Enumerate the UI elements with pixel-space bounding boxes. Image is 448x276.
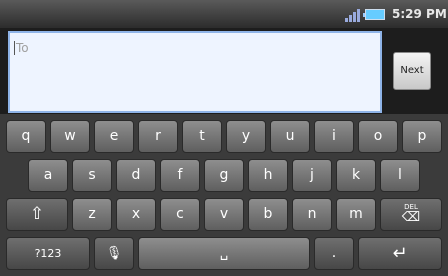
enter-key[interactable]: ↵ <box>358 237 442 270</box>
key-w[interactable]: w <box>50 120 90 153</box>
shift-key[interactable]: ⇧ <box>6 198 68 231</box>
key-f[interactable]: f <box>160 159 200 192</box>
key-x[interactable]: x <box>116 198 156 231</box>
key-s[interactable]: s <box>72 159 112 192</box>
signal-strength-icon <box>345 8 361 22</box>
key-i[interactable]: i <box>314 120 354 153</box>
key-v[interactable]: v <box>204 198 244 231</box>
compose-area: To Next <box>0 28 448 114</box>
space-bar[interactable]: ␣ <box>138 237 310 270</box>
status-bar: 5:29 PM <box>0 0 448 28</box>
key-o[interactable]: o <box>358 120 398 153</box>
key-a[interactable]: a <box>28 159 68 192</box>
microphone-icon[interactable]: 🎙 <box>94 237 134 270</box>
key-g[interactable]: g <box>204 159 244 192</box>
key-p[interactable]: p <box>402 120 442 153</box>
period-key[interactable]: . <box>314 237 354 270</box>
key-r[interactable]: r <box>138 120 178 153</box>
key-j[interactable]: j <box>292 159 332 192</box>
key-n[interactable]: n <box>292 198 332 231</box>
key-k[interactable]: k <box>336 159 376 192</box>
delete-key[interactable]: DEL ⌫ <box>380 198 442 231</box>
symbols-key[interactable]: ?123 <box>6 237 90 270</box>
phone-screen: { "status_bar": { "time": "5:29 PM" }, "… <box>0 0 448 276</box>
key-q[interactable]: q <box>6 120 46 153</box>
key-h[interactable]: h <box>248 159 288 192</box>
key-m[interactable]: m <box>336 198 376 231</box>
to-recipient-input[interactable]: To <box>8 31 382 113</box>
to-placeholder: To <box>16 41 29 55</box>
battery-icon <box>363 9 385 20</box>
key-y[interactable]: y <box>226 120 266 153</box>
key-l[interactable]: l <box>380 159 420 192</box>
backspace-icon: ⌫ <box>401 210 421 225</box>
key-z[interactable]: z <box>72 198 112 231</box>
key-e[interactable]: e <box>94 120 134 153</box>
key-u[interactable]: u <box>270 120 310 153</box>
soft-keyboard: q w e r t y u i o p a s d f g h j k l ⇧ … <box>0 114 448 276</box>
next-button[interactable]: Next <box>393 52 431 90</box>
status-time: 5:29 PM <box>392 7 447 21</box>
text-cursor <box>14 41 15 55</box>
key-t[interactable]: t <box>182 120 222 153</box>
key-c[interactable]: c <box>160 198 200 231</box>
key-d[interactable]: d <box>116 159 156 192</box>
key-b[interactable]: b <box>248 198 288 231</box>
